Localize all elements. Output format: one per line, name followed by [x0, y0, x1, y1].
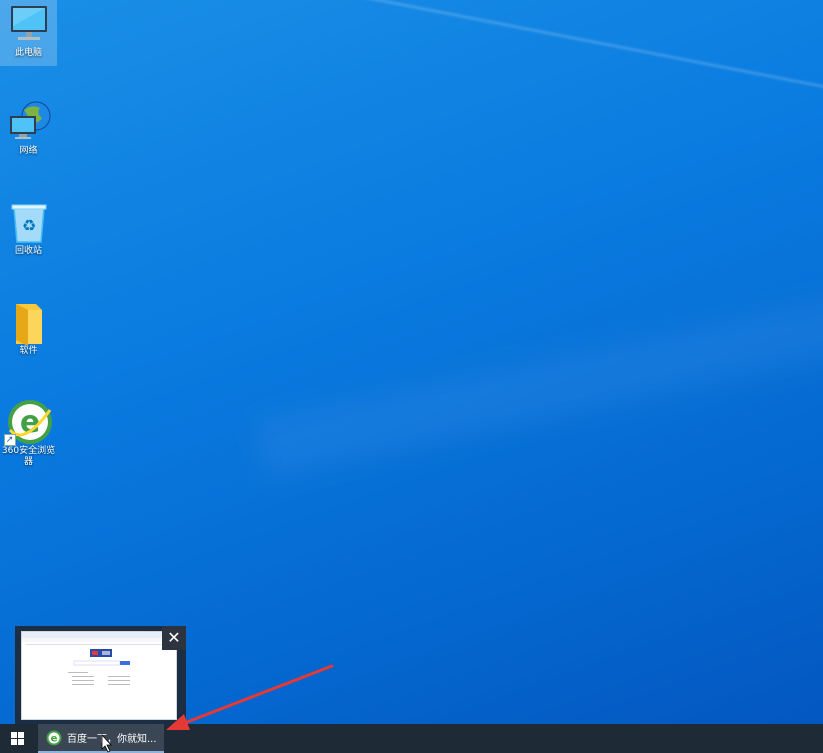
taskbar-item-label: 百度一下，你就知...	[67, 734, 157, 745]
360-browser-icon: e ↗	[3, 396, 54, 446]
desktop-icon-label: 网络	[19, 146, 38, 156]
shortcut-arrow-icon: ↗	[3, 434, 16, 446]
svg-text:♻: ♻	[21, 216, 35, 235]
taskbar[interactable]: e 百度一下，你就知...	[0, 724, 823, 753]
desktop-icon-software-folder[interactable]: 软件	[0, 298, 57, 364]
thumbnail-close-button[interactable]: ✕	[162, 626, 186, 650]
windows-logo-icon	[11, 732, 24, 745]
svg-text:e: e	[51, 733, 58, 744]
desktop[interactable]: 此电脑 网络 ♻ 回收站 软件 e ↗ 360安全浏览器	[0, 0, 823, 724]
wallpaper-light-glow	[253, 275, 823, 480]
desktop-icon-network[interactable]: 网络	[0, 98, 57, 164]
desktop-icon-label: 此电脑	[14, 48, 42, 58]
360-browser-icon: e	[46, 730, 62, 745]
wallpaper-light-beam	[179, 0, 823, 135]
network-icon	[6, 100, 52, 146]
start-button[interactable]	[0, 724, 35, 753]
desktop-icon-label: 360安全浏览器	[1, 446, 56, 467]
computer-icon	[6, 2, 52, 48]
taskbar-thumbnail-preview[interactable]: ✕	[15, 626, 186, 724]
desktop-icon-recycle-bin[interactable]: ♻ 回收站	[0, 198, 57, 264]
desktop-icon-label: 回收站	[14, 246, 42, 256]
taskbar-item-browser[interactable]: e 百度一下，你就知...	[38, 724, 164, 753]
browser-window-preview[interactable]	[21, 631, 177, 720]
desktop-icon-360-browser[interactable]: e ↗ 360安全浏览器	[0, 394, 57, 474]
recycle-bin-icon: ♻	[6, 200, 52, 246]
desktop-icon-this-pc[interactable]: 此电脑	[0, 0, 57, 66]
desktop-icon-label: 软件	[19, 346, 38, 356]
folder-icon	[6, 300, 52, 346]
